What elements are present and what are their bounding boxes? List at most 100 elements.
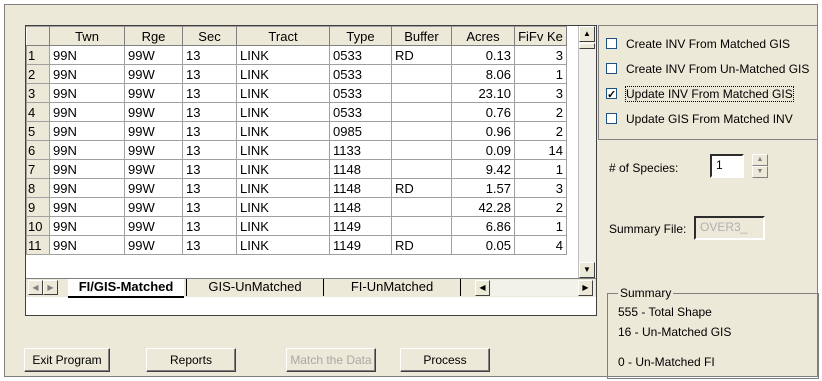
scroll-right-arrow-icon[interactable]: ▶ [578,280,593,296]
table-row[interactable]: 10 99N 99W 13 LINK 1149 6.86 1 [26,216,567,236]
cell-twn[interactable]: 99N [49,178,125,198]
row-header[interactable]: 2 [26,64,50,84]
cell-sec[interactable]: 13 [182,178,237,198]
cell-twn[interactable]: 99N [49,197,125,217]
cell-type[interactable]: 1148 [329,159,392,179]
cell-rge[interactable]: 99W [124,178,183,198]
cell-fifvke[interactable]: 1 [514,216,567,236]
column-header-rge[interactable]: Rge [124,26,183,46]
cell-buffer[interactable] [391,140,452,160]
cell-twn[interactable]: 99N [49,140,125,160]
cell-fifvke[interactable]: 2 [514,121,567,141]
cell-twn[interactable]: 99N [49,83,125,103]
column-header-tract[interactable]: Tract [236,26,330,46]
cell-type[interactable]: 1148 [329,178,392,198]
exit-program-button[interactable]: Exit Program [24,348,110,372]
cell-sec[interactable]: 13 [182,83,237,103]
row-header[interactable]: 10 [26,216,50,236]
column-header-corner[interactable] [26,26,50,46]
cell-fifvke[interactable]: 2 [514,197,567,217]
cell-sec[interactable]: 13 [182,197,237,217]
cell-acres[interactable]: 23.10 [451,83,515,103]
table-row[interactable]: 2 99N 99W 13 LINK 0533 8.06 1 [26,64,567,84]
cell-buffer[interactable]: RD [391,178,452,198]
option-create-matched[interactable]: Create INV From Matched GIS [606,35,790,53]
cell-tract[interactable]: LINK [236,140,330,160]
cell-rge[interactable]: 99W [124,83,183,103]
table-row[interactable]: 7 99N 99W 13 LINK 1148 9.42 1 [26,159,567,179]
tab-fi-gis-matched[interactable]: FI/GIS-Matched [68,279,184,298]
cell-fifvke[interactable]: 3 [514,45,567,65]
cell-rge[interactable]: 99W [124,64,183,84]
row-header[interactable]: 9 [26,197,50,217]
table-row[interactable]: 5 99N 99W 13 LINK 0985 0.96 2 [26,121,567,141]
cell-tract[interactable]: LINK [236,121,330,141]
cell-rge[interactable]: 99W [124,121,183,141]
column-header-fifvke[interactable]: FiFv Ke [514,26,567,46]
cell-buffer[interactable] [391,159,452,179]
cell-fifvke[interactable]: 14 [514,140,567,160]
cell-buffer[interactable] [391,121,452,141]
cell-tract[interactable]: LINK [236,178,330,198]
cell-tract[interactable]: LINK [236,83,330,103]
cell-acres[interactable]: 0.96 [451,121,515,141]
table-row[interactable]: 9 99N 99W 13 LINK 1148 42.28 2 [26,197,567,217]
checkbox-create-unmatched[interactable] [606,63,617,75]
cell-buffer[interactable]: RD [391,45,452,65]
species-up-icon[interactable]: ▲ [752,154,768,166]
table-row[interactable]: 8 99N 99W 13 LINK 1148 RD 1.57 3 [26,178,567,198]
table-row[interactable]: 3 99N 99W 13 LINK 0533 23.10 3 [26,83,567,103]
scroll-left-arrow-icon[interactable]: ◀ [475,280,490,296]
cell-type[interactable]: 1148 [329,197,392,217]
option-update-inv[interactable]: Update INV From Matched GIS [606,85,794,104]
tab-gis-unmatched[interactable]: GIS-UnMatched [196,279,314,296]
row-header[interactable]: 5 [26,121,50,141]
cell-buffer[interactable] [391,83,452,103]
cell-fifvke[interactable]: 2 [514,102,567,122]
cell-acres[interactable]: 0.09 [451,140,515,160]
row-header[interactable]: 8 [26,178,50,198]
cell-acres[interactable]: 1.57 [451,178,515,198]
cell-sec[interactable]: 13 [182,121,237,141]
table-row[interactable]: 6 99N 99W 13 LINK 1133 0.09 14 [26,140,567,160]
table-row[interactable]: 11 99N 99W 13 LINK 1149 RD 0.05 4 [26,235,567,255]
tab-scroll-left-icon[interactable]: ◀ [28,280,43,295]
row-header[interactable]: 4 [26,102,50,122]
cell-twn[interactable]: 99N [49,235,125,255]
vertical-scrollbar[interactable]: ▲ ▼ [578,26,596,279]
cell-acres[interactable]: 9.42 [451,159,515,179]
cell-rge[interactable]: 99W [124,235,183,255]
table-row[interactable]: 4 99N 99W 13 LINK 0533 0.76 2 [26,102,567,122]
cell-tract[interactable]: LINK [236,235,330,255]
horizontal-scrollbar[interactable]: ◀ ▶ [475,280,594,296]
cell-tract[interactable]: LINK [236,216,330,236]
row-header[interactable]: 1 [26,45,50,65]
row-header[interactable]: 11 [26,235,50,255]
row-header[interactable]: 6 [26,140,50,160]
cell-twn[interactable]: 99N [49,121,125,141]
cell-acres[interactable]: 0.76 [451,102,515,122]
process-button[interactable]: Process [400,348,490,372]
cell-fifvke[interactable]: 4 [514,235,567,255]
cell-type[interactable]: 0533 [329,83,392,103]
cell-tract[interactable]: LINK [236,64,330,84]
reports-button[interactable]: Reports [146,348,236,372]
summary-file-input[interactable]: OVER3_ [694,216,765,240]
cell-acres[interactable]: 0.05 [451,235,515,255]
cell-type[interactable]: 1149 [329,216,392,236]
cell-type[interactable]: 1149 [329,235,392,255]
checkbox-update-gis[interactable] [606,113,617,125]
column-header-type[interactable]: Type [329,26,392,46]
cell-type[interactable]: 0533 [329,102,392,122]
checkbox-create-matched[interactable] [606,38,617,50]
cell-twn[interactable]: 99N [49,102,125,122]
cell-fifvke[interactable]: 3 [514,178,567,198]
cell-tract[interactable]: LINK [236,45,330,65]
species-down-icon[interactable]: ▼ [752,166,768,178]
scroll-up-arrow-icon[interactable]: ▲ [579,26,595,42]
cell-rge[interactable]: 99W [124,159,183,179]
cell-rge[interactable]: 99W [124,102,183,122]
cell-rge[interactable]: 99W [124,45,183,65]
cell-sec[interactable]: 13 [182,235,237,255]
cell-sec[interactable]: 13 [182,64,237,84]
